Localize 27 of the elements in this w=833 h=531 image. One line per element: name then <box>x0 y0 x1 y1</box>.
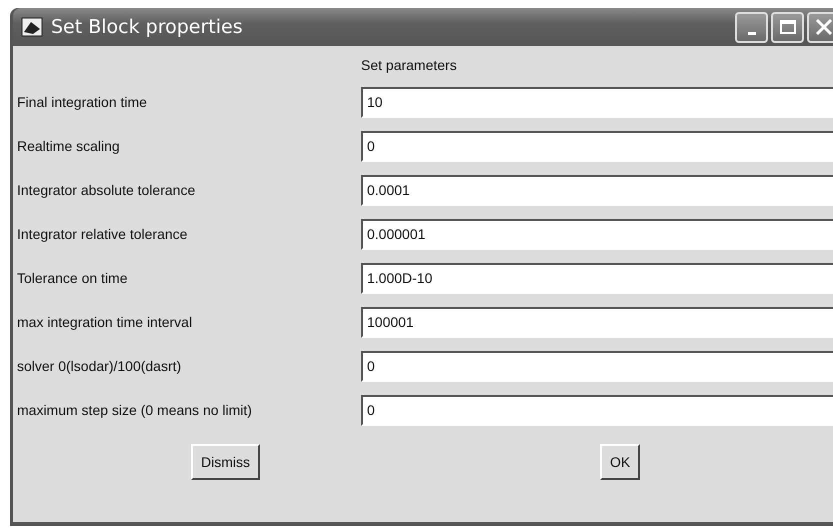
maximize-icon <box>778 19 796 35</box>
parameter-field[interactable]: 0.000001 <box>361 218 833 250</box>
minimize-button[interactable] <box>735 12 768 42</box>
close-button[interactable] <box>807 12 833 42</box>
parameter-label: max integration time interval <box>16 314 194 330</box>
parameter-field[interactable]: 100001 <box>361 306 833 338</box>
parameter-field[interactable]: 1.000D-10 <box>361 262 833 294</box>
parameter-label: Final integration time <box>16 94 148 110</box>
parameter-field[interactable]: 0.0001 <box>361 174 833 206</box>
minimize-icon <box>748 32 756 34</box>
parameter-field[interactable]: 0 <box>361 394 833 426</box>
parameter-field[interactable]: 0 <box>361 350 833 382</box>
parameter-label: solver 0(lsodar)/100(dasrt) <box>16 358 182 374</box>
window-title: Set Block properties <box>51 16 244 38</box>
parameter-label: Integrator absolute tolerance <box>16 182 196 198</box>
parameter-label: maximum step size (0 means no limit) <box>16 402 253 418</box>
section-header: Set parameters <box>361 57 457 73</box>
parameter-field[interactable]: 10 <box>361 86 833 118</box>
ok-button[interactable]: OK <box>600 444 640 480</box>
parameter-field[interactable]: 0 <box>361 130 833 162</box>
dismiss-button[interactable]: Dismiss <box>191 444 260 480</box>
parameter-label: Realtime scaling <box>16 138 121 154</box>
parameter-label: Integrator relative tolerance <box>16 226 188 242</box>
close-icon <box>814 18 832 36</box>
parameter-label: Tolerance on time <box>16 270 129 286</box>
app-icon <box>21 17 43 37</box>
maximize-button[interactable] <box>771 12 804 42</box>
